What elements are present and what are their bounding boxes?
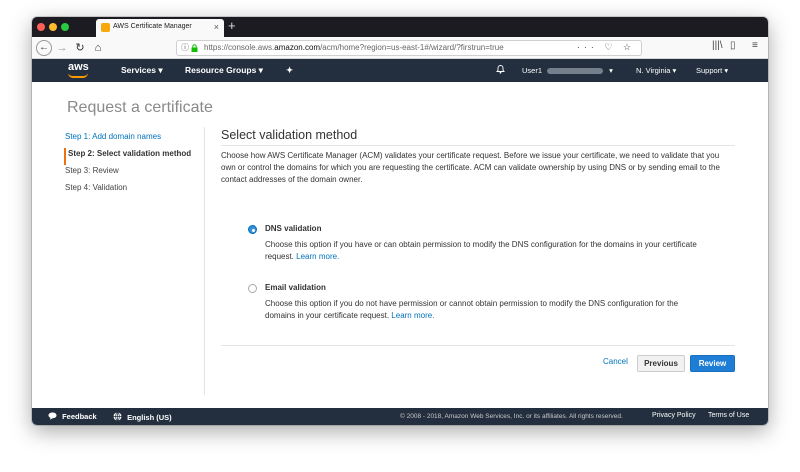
dns-validation-radio[interactable] — [248, 225, 257, 234]
home-button[interactable]: ⌂ — [92, 40, 104, 56]
wizard-steps: Step 1: Add domain names Step 2: Select … — [64, 131, 204, 199]
speech-bubble-icon — [48, 412, 57, 420]
forward-button[interactable]: → — [56, 40, 68, 56]
tab-close-icon[interactable]: × — [214, 21, 219, 33]
site-info-icon[interactable]: ⓘ — [181, 42, 189, 53]
region-menu[interactable]: N. Virginia ▾ — [636, 66, 676, 75]
user-name: User1 — [522, 66, 543, 75]
language-label: English (US) — [127, 413, 172, 422]
notification-bell-icon — [496, 65, 505, 74]
page-title: Request a certificate — [67, 99, 213, 116]
feedback-label: Feedback — [62, 412, 97, 421]
email-validation-description: Choose this option if you do not have pe… — [265, 299, 679, 320]
terms-of-use-link[interactable]: Terms of Use — [708, 412, 749, 419]
tab-title: AWS Certificate Manager — [113, 23, 192, 30]
aws-favicon-icon — [101, 23, 110, 32]
main-content: Request a certificate Step 1: Add domain… — [32, 82, 768, 408]
email-validation-label[interactable]: Email validation — [265, 283, 326, 292]
url-bar[interactable]: ⓘ https://console.aws.amazon.com/acm/hom… — [176, 40, 642, 56]
vertical-divider — [204, 127, 205, 395]
lock-icon — [191, 44, 198, 52]
step-select-validation-method: Step 2: Select validation method — [64, 148, 204, 165]
close-window-button[interactable] — [37, 23, 45, 31]
section-title: Select validation method — [221, 128, 358, 142]
user-menu[interactable]: User1 ▾ — [522, 66, 613, 75]
email-learn-more-link[interactable]: Learn more. — [391, 311, 434, 320]
review-button[interactable]: Review — [690, 355, 735, 372]
feedback-link[interactable]: Feedback — [48, 412, 97, 421]
privacy-policy-link[interactable]: Privacy Policy — [652, 412, 696, 419]
cancel-button[interactable]: Cancel — [603, 357, 628, 366]
globe-icon — [113, 412, 122, 421]
aws-smile-icon — [68, 73, 88, 78]
pin-icon[interactable]: ✦ — [286, 65, 293, 76]
divider — [221, 345, 735, 346]
library-icon[interactable]: |||\ — [712, 40, 723, 51]
step-review: Step 3: Review — [65, 166, 119, 175]
browser-window: AWS Certificate Manager × + ← → ↻ ⌂ ⓘ ht… — [32, 17, 768, 425]
dns-validation-description: Choose this option if you have or can ob… — [265, 240, 697, 261]
support-menu[interactable]: Support ▾ — [696, 66, 728, 75]
page-actions-icon[interactable]: ··· ♡ ☆ — [577, 42, 635, 53]
aws-console-header: aws Services ▾ Resource Groups ▾ ✦ User1… — [32, 59, 768, 82]
validation-description: Choose how AWS Certificate Manager (ACM)… — [221, 151, 720, 184]
maximize-window-button[interactable] — [61, 23, 69, 31]
aws-logo[interactable]: aws — [68, 61, 89, 73]
redacted-account-id — [547, 68, 604, 75]
bell-icon[interactable] — [496, 64, 505, 76]
browser-toolbar: ← → ↻ ⌂ ⓘ https://console.aws.amazon.com… — [32, 37, 768, 59]
reload-button[interactable]: ↻ — [74, 40, 86, 56]
chevron-down-icon: ▾ — [609, 66, 613, 75]
tab-strip: AWS Certificate Manager × + — [32, 17, 768, 37]
language-selector[interactable]: English (US) — [113, 412, 172, 422]
previous-button[interactable]: Previous — [637, 355, 685, 372]
console-footer: Feedback English (US) © 2008 - 2018, Ama… — [32, 408, 768, 425]
services-menu[interactable]: Services ▾ — [121, 65, 163, 76]
hamburger-menu-icon[interactable]: ≡ — [752, 40, 758, 51]
back-button[interactable]: ← — [36, 40, 52, 56]
minimize-window-button[interactable] — [49, 23, 57, 31]
browser-tab-acm[interactable]: AWS Certificate Manager × — [96, 19, 224, 37]
resource-groups-menu[interactable]: Resource Groups ▾ — [185, 65, 263, 76]
url-text: https://console.aws.amazon.com/acm/home?… — [204, 43, 504, 52]
email-validation-radio[interactable] — [248, 284, 257, 293]
new-tab-button[interactable]: + — [228, 18, 236, 34]
sidebar-icon[interactable]: ▯ — [730, 40, 736, 51]
step-validation: Step 4: Validation — [65, 183, 128, 192]
dns-validation-label[interactable]: DNS validation — [265, 224, 321, 233]
divider — [221, 145, 735, 146]
dns-learn-more-link[interactable]: Learn more. — [296, 252, 339, 261]
step-add-domain-names[interactable]: Step 1: Add domain names — [64, 131, 204, 148]
copyright-text: © 2008 - 2018, Amazon Web Services, Inc.… — [400, 413, 623, 420]
